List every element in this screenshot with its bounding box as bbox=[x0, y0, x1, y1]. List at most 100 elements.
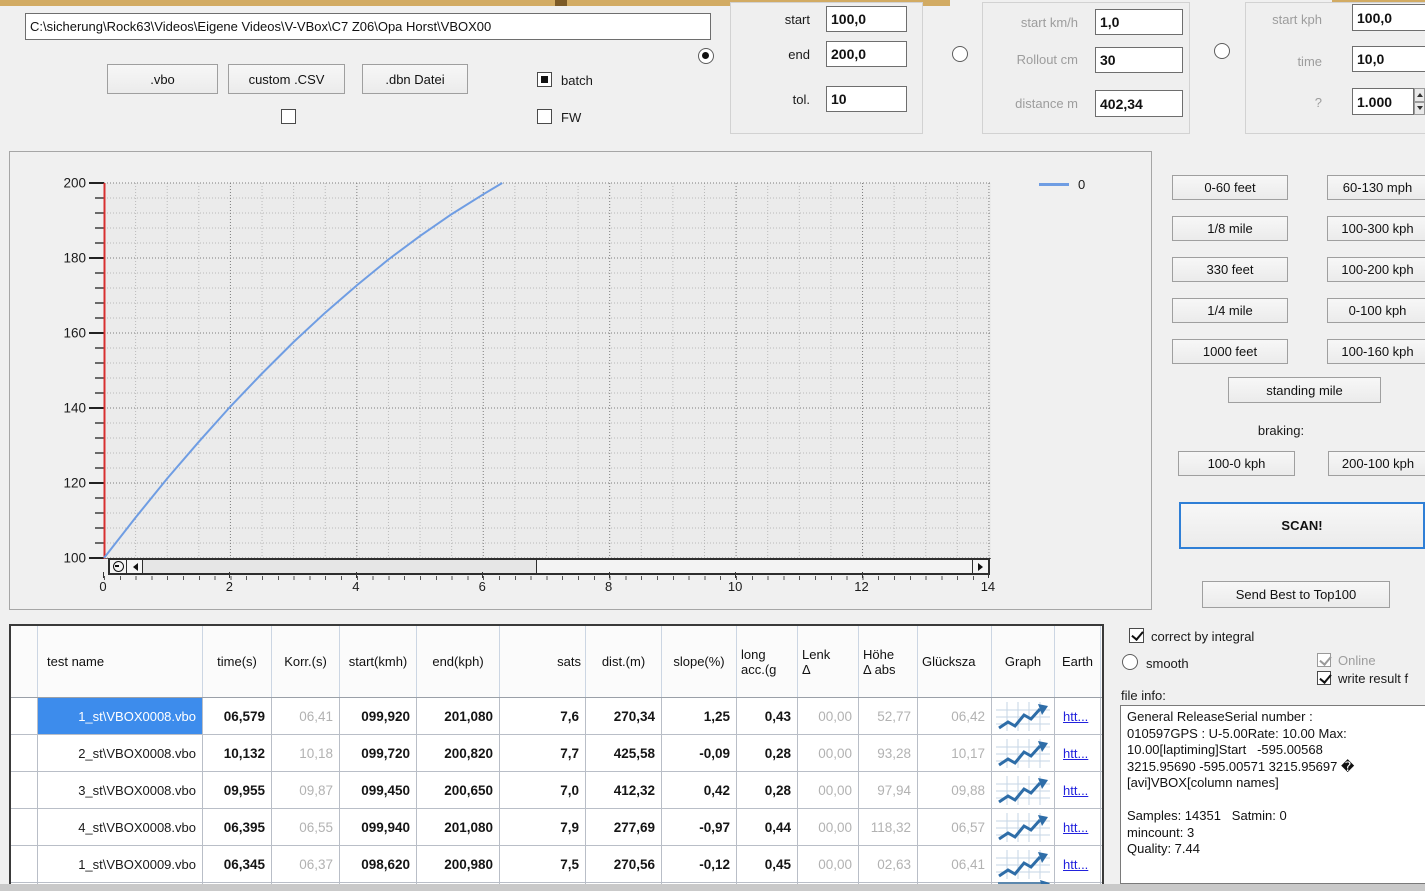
cell-end[interactable]: 200,820 bbox=[417, 735, 500, 771]
cell-dist[interactable]: 270,34 bbox=[586, 698, 662, 734]
column-header-acc[interactable]: long acc.(g bbox=[737, 626, 798, 697]
cell-earth[interactable]: htt... bbox=[1055, 698, 1101, 734]
preset-eighth-mile-button[interactable]: 1/8 mile bbox=[1172, 216, 1288, 241]
cell-hoehe[interactable]: 52,77 bbox=[859, 698, 918, 734]
column-header-korr[interactable]: Korr.(s) bbox=[272, 626, 340, 697]
earth-link[interactable]: htt... bbox=[1063, 746, 1088, 761]
fw-checkbox[interactable] bbox=[537, 109, 552, 124]
cell-sats[interactable]: 7,7 bbox=[500, 735, 586, 771]
cell-acc[interactable]: 0,28 bbox=[737, 735, 798, 771]
column-header-slope[interactable]: slope(%) bbox=[662, 626, 737, 697]
send-best-to-top100-button[interactable]: Send Best to Top100 bbox=[1202, 581, 1390, 608]
cell-korr[interactable]: 06,37 bbox=[272, 846, 340, 882]
cell-korr[interactable]: 10,18 bbox=[272, 735, 340, 771]
zoom-out-icon[interactable] bbox=[110, 560, 127, 573]
cell-glueck[interactable]: 09,88 bbox=[918, 772, 992, 808]
cell-start[interactable]: 099,940 bbox=[340, 809, 417, 845]
cell-time[interactable]: 06,579 bbox=[203, 698, 272, 734]
time-field[interactable] bbox=[1352, 46, 1425, 72]
cell-dist[interactable]: 270,56 bbox=[586, 846, 662, 882]
cell-earth[interactable]: htt... bbox=[1055, 735, 1101, 771]
table-row[interactable]: 3_st\VBOX0008.vbo09,95509,87099,450200,6… bbox=[11, 772, 1102, 809]
column-header-earth[interactable]: Earth bbox=[1055, 626, 1101, 697]
cell-korr[interactable]: 09,87 bbox=[272, 772, 340, 808]
cell-dist[interactable]: 412,32 bbox=[586, 772, 662, 808]
cell-lenk[interactable]: 00,00 bbox=[798, 698, 859, 734]
earth-link[interactable]: htt... bbox=[1063, 783, 1088, 798]
column-header-dist[interactable]: dist.(m) bbox=[586, 626, 662, 697]
cell-earth[interactable]: htt... bbox=[1055, 846, 1101, 882]
cell-acc[interactable]: 0,43 bbox=[737, 698, 798, 734]
cell-lenk[interactable]: 00,00 bbox=[798, 772, 859, 808]
column-header-glueck[interactable]: Glücksza bbox=[918, 626, 992, 697]
graph-icon[interactable] bbox=[996, 850, 1050, 879]
table-row[interactable]: 4_st\VBOX0008.vbo06,39506,55099,940201,0… bbox=[11, 809, 1102, 846]
graph-icon[interactable] bbox=[996, 739, 1050, 768]
cell-earth[interactable]: htt... bbox=[1055, 772, 1101, 808]
cell-slope[interactable]: 1,25 bbox=[662, 698, 737, 734]
earth-link[interactable]: htt... bbox=[1063, 820, 1088, 835]
cell-end[interactable]: 200,980 bbox=[417, 846, 500, 882]
end-field[interactable] bbox=[826, 41, 907, 67]
preset-100-200-kph-button[interactable]: 100-200 kph bbox=[1327, 257, 1425, 282]
preset-quarter-mile-button[interactable]: 1/4 mile bbox=[1172, 298, 1288, 323]
cell-time[interactable]: 06,345 bbox=[203, 846, 272, 882]
column-header-time[interactable]: time(s) bbox=[203, 626, 272, 697]
cell-name[interactable]: 3_st\VBOX0008.vbo bbox=[38, 772, 203, 808]
cell-name[interactable]: 4_st\VBOX0008.vbo bbox=[38, 809, 203, 845]
cell-start[interactable]: 099,450 bbox=[340, 772, 417, 808]
column-header-graph[interactable]: Graph bbox=[992, 626, 1055, 697]
start-kph-field[interactable] bbox=[1352, 4, 1425, 31]
cell-glueck[interactable]: 06,41 bbox=[918, 846, 992, 882]
cell-name[interactable]: 1_st\VBOX0009.vbo bbox=[38, 846, 203, 882]
cell-slope[interactable]: -0,12 bbox=[662, 846, 737, 882]
preset-100-300-kph-button[interactable]: 100-300 kph bbox=[1327, 216, 1425, 241]
spinner-up-icon[interactable] bbox=[1414, 88, 1425, 102]
file-path-input[interactable] bbox=[25, 13, 711, 40]
scroll-left-icon[interactable] bbox=[127, 560, 143, 573]
cell-end[interactable]: 201,080 bbox=[417, 698, 500, 734]
cell-sats[interactable]: 7,6 bbox=[500, 698, 586, 734]
start-kmh-field[interactable] bbox=[1095, 9, 1183, 35]
earth-link[interactable]: htt... bbox=[1063, 709, 1088, 724]
write-result-checkbox[interactable] bbox=[1317, 671, 1331, 685]
scroll-right-icon[interactable] bbox=[972, 560, 988, 573]
column-header-start[interactable]: start(kmh) bbox=[340, 626, 417, 697]
chart-scrollbar[interactable] bbox=[108, 558, 990, 575]
cell-sats[interactable]: 7,9 bbox=[500, 809, 586, 845]
table-row[interactable]: 2_st\VBOX0008.vbo10,13210,18099,720200,8… bbox=[11, 735, 1102, 772]
cell-acc[interactable]: 0,45 bbox=[737, 846, 798, 882]
smooth-radio[interactable] bbox=[1122, 654, 1138, 670]
standing-mile-button[interactable]: standing mile bbox=[1228, 377, 1381, 403]
cell-lenk[interactable]: 00,00 bbox=[798, 809, 859, 845]
cell-end[interactable]: 201,080 bbox=[417, 809, 500, 845]
scrollbar-track[interactable] bbox=[537, 560, 972, 573]
cell-dist[interactable]: 277,69 bbox=[586, 809, 662, 845]
braking-100-0-kph-button[interactable]: 100-0 kph bbox=[1178, 451, 1295, 476]
table-row[interactable]: 1_st\VBOX0008.vbo06,57906,41099,920201,0… bbox=[11, 698, 1102, 735]
cell-hoehe[interactable]: 118,32 bbox=[859, 809, 918, 845]
column-header-sats[interactable]: sats bbox=[500, 626, 586, 697]
cell-start[interactable]: 099,720 bbox=[340, 735, 417, 771]
row-header-corner[interactable] bbox=[11, 626, 38, 697]
preset-60-130-mph-button[interactable]: 60-130 mph bbox=[1327, 175, 1425, 200]
distance-m-field[interactable] bbox=[1095, 90, 1183, 117]
factor-spinner[interactable] bbox=[1414, 88, 1425, 115]
custom-csv-button[interactable]: custom .CSV bbox=[228, 64, 345, 94]
csv-extra-checkbox[interactable] bbox=[281, 109, 296, 124]
cell-lenk[interactable]: 00,00 bbox=[798, 846, 859, 882]
tol-field[interactable] bbox=[826, 86, 907, 112]
preset-0-100-kph-button[interactable]: 0-100 kph bbox=[1327, 298, 1425, 323]
cell-glueck[interactable]: 06,57 bbox=[918, 809, 992, 845]
cell-name[interactable]: 1_st\VBOX0008.vbo bbox=[38, 698, 203, 734]
graph-icon[interactable] bbox=[996, 813, 1050, 842]
cell-acc[interactable]: 0,44 bbox=[737, 809, 798, 845]
table-row[interactable]: 1_st\VBOX0009.vbo06,34506,37098,620200,9… bbox=[11, 846, 1102, 883]
cell-earth[interactable]: htt... bbox=[1055, 809, 1101, 845]
batch-checkbox[interactable] bbox=[537, 72, 552, 87]
cell-glueck[interactable]: 10,17 bbox=[918, 735, 992, 771]
column-header-lenk[interactable]: Lenk Δ bbox=[798, 626, 859, 697]
cell-slope[interactable]: 0,42 bbox=[662, 772, 737, 808]
cell-hoehe[interactable]: 93,28 bbox=[859, 735, 918, 771]
results-table[interactable]: test nametime(s)Korr.(s)start(kmh)end(kp… bbox=[9, 624, 1104, 891]
